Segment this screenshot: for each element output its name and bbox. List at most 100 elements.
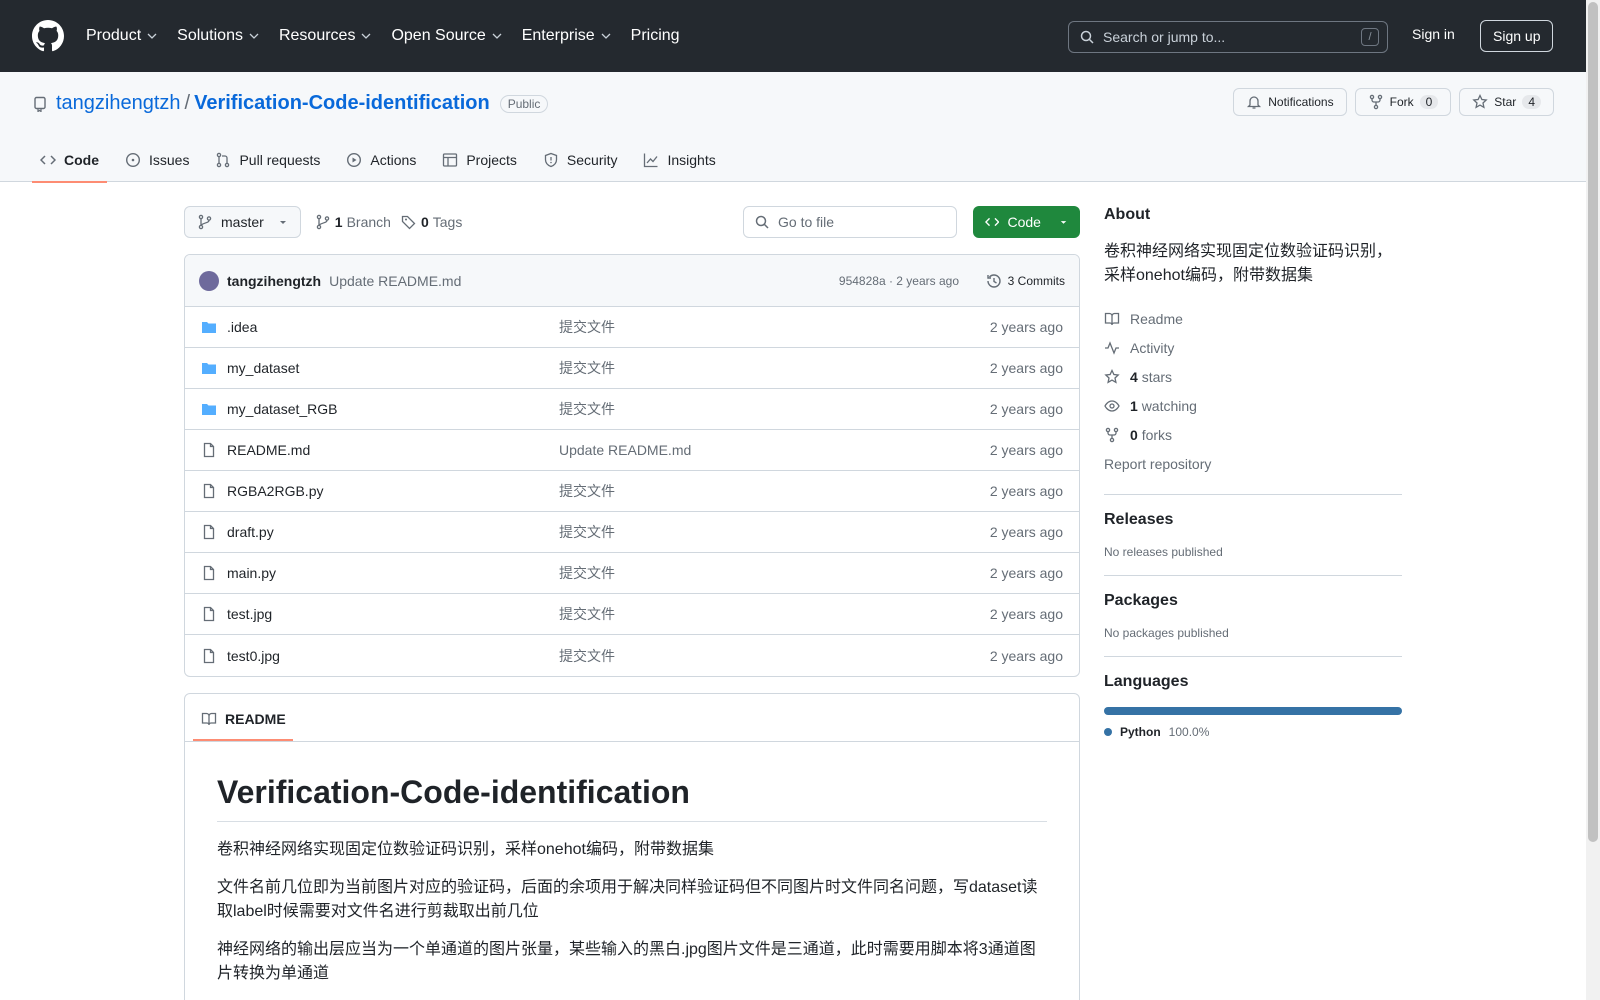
tag-label: Tags: [432, 214, 463, 230]
file-name-link[interactable]: README.md: [227, 442, 310, 458]
page-scrollbar[interactable]: [1586, 0, 1600, 1000]
sign-up-button[interactable]: Sign up: [1480, 20, 1554, 52]
nav-enterprise[interactable]: Enterprise: [522, 27, 611, 45]
forks-count: 0: [1130, 426, 1138, 443]
repo-name-link[interactable]: Verification-Code-identification: [194, 92, 490, 115]
file-commit-message-link[interactable]: 提交文件: [559, 481, 615, 501]
readme-link-label: Readme: [1130, 310, 1183, 327]
repo-owner-link[interactable]: tangzihengtzh: [56, 92, 181, 115]
sign-in-link[interactable]: Sign in: [1412, 26, 1455, 42]
avatar[interactable]: [199, 270, 219, 291]
branch-select-button[interactable]: master: [184, 206, 301, 238]
fork-button[interactable]: Fork 0: [1354, 88, 1452, 116]
file-commit-message-link[interactable]: Update README.md: [559, 442, 691, 458]
scrollbar-thumb[interactable]: [1588, 2, 1598, 842]
file-commit-message-link[interactable]: 提交文件: [559, 604, 615, 624]
readme-link[interactable]: Readme: [1104, 304, 1402, 333]
nav-resources[interactable]: Resources: [279, 27, 371, 45]
tab-issues-label: Issues: [149, 152, 190, 168]
report-repository-link[interactable]: Report repository: [1104, 449, 1402, 478]
commits-history-link[interactable]: 3 Commits: [986, 273, 1065, 289]
nav-pricing[interactable]: Pricing: [631, 27, 680, 45]
packages-title[interactable]: Packages: [1104, 592, 1402, 610]
readme-tab[interactable]: README: [193, 711, 293, 741]
file-row[interactable]: test0.jpg 提交文件 2 years ago: [185, 635, 1079, 676]
divider: [1104, 656, 1402, 657]
commits-count: 3 Commits: [1007, 273, 1065, 288]
file-name-link[interactable]: .idea: [227, 319, 257, 335]
code-icon: [40, 155, 56, 165]
fork-label: Fork: [1389, 95, 1414, 109]
tab-issues[interactable]: Issues: [117, 138, 197, 182]
file-commit-message-link[interactable]: 提交文件: [559, 358, 615, 378]
branch-name: master: [221, 214, 264, 230]
nav-open-source[interactable]: Open Source: [391, 27, 502, 45]
watching-link[interactable]: 1 watching: [1104, 391, 1402, 420]
nav-solutions[interactable]: Solutions: [177, 27, 259, 45]
activity-link[interactable]: Activity: [1104, 333, 1402, 362]
language-name: Python: [1120, 725, 1161, 739]
global-search-input[interactable]: Search or jump to... /: [1068, 21, 1388, 53]
divider: [1104, 494, 1402, 495]
tab-pull-requests[interactable]: Pull requests: [207, 138, 328, 182]
file-row[interactable]: my_dataset 提交文件 2 years ago: [185, 348, 1079, 389]
language-item[interactable]: Python 100.0%: [1104, 725, 1402, 739]
file-commit-message-link[interactable]: 提交文件: [559, 522, 615, 542]
file-name-link[interactable]: test0.jpg: [227, 648, 280, 664]
file-row[interactable]: .idea 提交文件 2 years ago: [185, 307, 1079, 348]
commit-message-link[interactable]: Update README.md: [329, 273, 461, 289]
go-to-file-input[interactable]: Go to file: [743, 206, 957, 238]
repo-icon: [34, 96, 46, 112]
file-commit-message-link[interactable]: 提交文件: [559, 317, 615, 337]
file-name-link[interactable]: main.py: [227, 565, 276, 581]
star-icon: [1472, 94, 1488, 109]
file-commit-message-link[interactable]: 提交文件: [559, 563, 615, 583]
code-dropdown-button[interactable]: Code: [973, 206, 1080, 238]
branches-link[interactable]: 1 Branch: [315, 214, 391, 230]
tab-security[interactable]: Security: [535, 138, 626, 182]
file-row[interactable]: my_dataset_RGB 提交文件 2 years ago: [185, 389, 1079, 430]
file-updated-time: 2 years ago: [989, 647, 1063, 664]
file-name-link[interactable]: my_dataset_RGB: [227, 401, 338, 417]
file-name-link[interactable]: test.jpg: [227, 606, 272, 622]
forks-link[interactable]: 0 forks: [1104, 420, 1402, 449]
tab-code[interactable]: Code: [32, 138, 107, 183]
language-percent: 100.0%: [1168, 725, 1210, 739]
file-commit-message-link[interactable]: 提交文件: [559, 646, 615, 666]
shield-icon: [544, 152, 558, 168]
nav-product[interactable]: Product: [86, 27, 157, 45]
file-row[interactable]: RGBA2RGB.py 提交文件 2 years ago: [185, 471, 1079, 512]
file-commit-message-link[interactable]: 提交文件: [559, 399, 615, 419]
file-row[interactable]: test.jpg 提交文件 2 years ago: [185, 594, 1079, 635]
book-icon: [201, 712, 217, 726]
file-name-link[interactable]: draft.py: [227, 524, 274, 540]
chevron-down-icon: [601, 33, 611, 39]
file-icon: [203, 483, 215, 499]
file-icon: [203, 648, 215, 663]
fork-icon: [1105, 427, 1119, 442]
tags-link[interactable]: 0 Tags: [401, 214, 462, 230]
repo-path-separator: /: [184, 92, 191, 114]
repo-title: tangzihengtzh / Verification-Code-identi…: [32, 92, 549, 115]
tab-projects[interactable]: Projects: [434, 138, 525, 182]
tab-security-label: Security: [566, 152, 618, 168]
releases-title[interactable]: Releases: [1104, 511, 1402, 529]
file-row[interactable]: draft.py 提交文件 2 years ago: [185, 512, 1079, 553]
tab-actions[interactable]: Actions: [338, 138, 424, 182]
file-name-link[interactable]: my_dataset: [227, 360, 299, 376]
tab-insights[interactable]: Insights: [635, 138, 723, 182]
notifications-button[interactable]: Notifications: [1233, 88, 1347, 116]
file-row[interactable]: README.md Update README.md 2 years ago: [185, 430, 1079, 471]
file-browser: tangzihengtzh Update README.md 954828a ·…: [184, 254, 1080, 677]
commit-author-link[interactable]: tangzihengtzh: [227, 273, 321, 289]
readme-header: README: [185, 694, 1079, 742]
github-logo-icon[interactable]: [32, 20, 64, 52]
search-placeholder: Search or jump to...: [1103, 29, 1226, 45]
play-icon: [347, 152, 362, 168]
file-name-link[interactable]: RGBA2RGB.py: [227, 483, 323, 499]
stars-link[interactable]: 4 stars: [1104, 362, 1402, 391]
tab-actions-label: Actions: [370, 152, 417, 168]
repo-sidebar: About 卷积神经网络实现固定位数验证码识别，采样onehot编码，附带数据集…: [1104, 206, 1402, 739]
file-row[interactable]: main.py 提交文件 2 years ago: [185, 553, 1079, 594]
star-button[interactable]: Star 4: [1459, 88, 1554, 116]
